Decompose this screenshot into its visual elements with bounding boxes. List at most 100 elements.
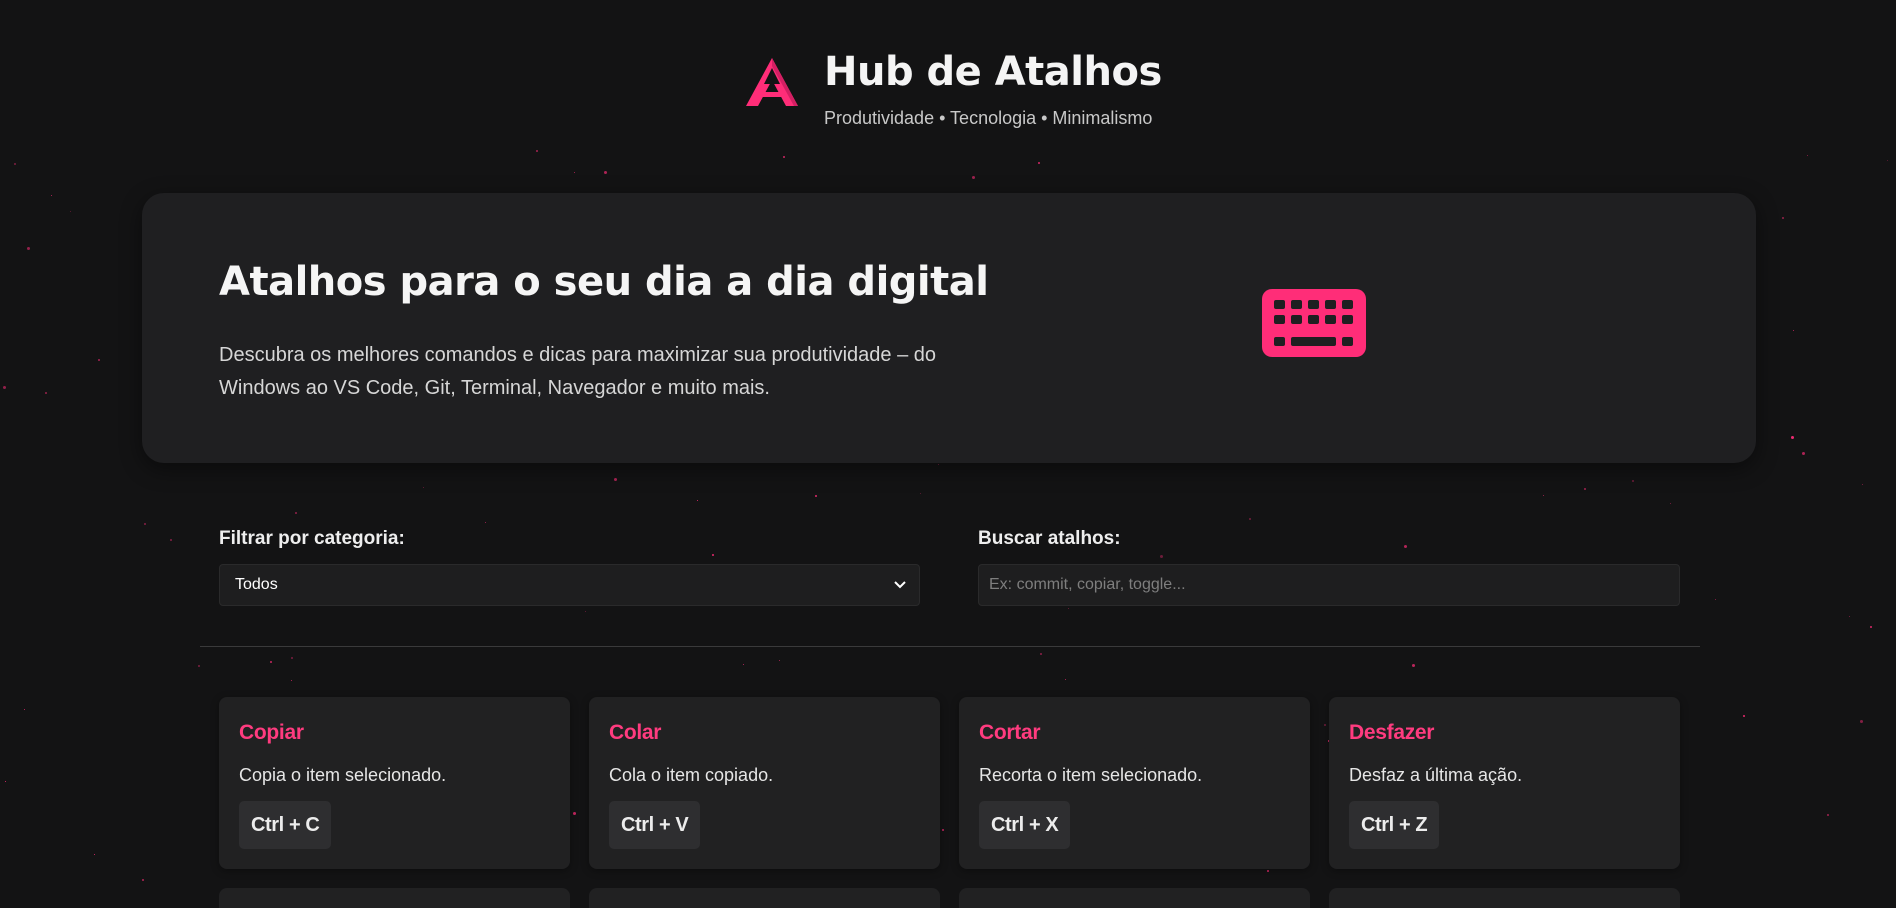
particle-dot: [1412, 664, 1415, 667]
particle-dot: [573, 812, 576, 815]
shortcut-card-partial[interactable]: [1329, 888, 1680, 908]
particle-dot: [585, 611, 586, 612]
shortcut-title: Desfazer: [1349, 721, 1435, 744]
shortcut-keys: Ctrl + Z: [1349, 801, 1440, 849]
particle-dot: [5, 781, 6, 782]
particle-dot: [1862, 484, 1863, 485]
particle-dot: [98, 359, 100, 361]
particle-dot: [1404, 545, 1407, 548]
particle-dot: [614, 478, 617, 481]
particle-dot: [1065, 679, 1066, 680]
particle-dot: [1802, 452, 1805, 455]
shortcut-card[interactable]: Cortar Recorta o item selecionado. Ctrl …: [959, 697, 1310, 869]
page: Hub de Atalhos Produtividade • Tecnologi…: [0, 0, 1896, 908]
particle-dot: [198, 665, 200, 667]
particle-dot: [1160, 555, 1163, 558]
particle-dot: [1743, 715, 1745, 717]
particle-dot: [270, 661, 272, 663]
shortcut-card[interactable]: Colar Cola o item copiado. Ctrl + V: [589, 697, 940, 869]
particle-dot: [24, 709, 25, 710]
particle-dot: [779, 660, 780, 661]
shortcut-keys: Ctrl + C: [239, 801, 332, 849]
particle-dot: [1870, 626, 1872, 628]
particle-dot: [604, 171, 607, 174]
particle-dot: [1849, 616, 1850, 617]
particle-dot: [45, 392, 47, 394]
particle-dot: [3, 386, 6, 389]
hero-title: Atalhos para o seu dia a dia digital: [219, 259, 989, 305]
particle-dot: [1324, 724, 1326, 726]
particle-dot: [1807, 155, 1808, 156]
keyboard-icon: [1262, 289, 1366, 357]
brand-text: Hub de Atalhos Produtividade • Tecnologi…: [824, 48, 1162, 129]
category-select[interactable]: Todos: [219, 564, 920, 606]
particle-dot: [712, 554, 714, 556]
shortcut-card[interactable]: Desfazer Desfaz a última ação. Ctrl + Z: [1329, 697, 1680, 869]
shortcut-description: Recorta o item selecionado.: [979, 765, 1203, 785]
particle-dot: [51, 195, 52, 196]
particle-dot: [574, 172, 575, 173]
particle-dot: [1791, 436, 1794, 439]
shortcut-description: Copia o item selecionado.: [239, 765, 447, 785]
particle-dot: [743, 664, 744, 665]
particle-dot: [536, 150, 538, 152]
shortcut-description: Desfaz a última ação.: [1349, 765, 1523, 785]
category-filter-label: Filtrar por categoria:: [219, 528, 405, 549]
particle-dot: [1267, 870, 1269, 872]
particle-dot: [291, 680, 292, 681]
search-label: Buscar atalhos:: [978, 528, 1121, 549]
hero-description: Descubra os melhores comandos e dicas pa…: [219, 344, 937, 399]
shortcut-description: Cola o item copiado.: [609, 765, 774, 785]
particle-dot: [972, 176, 975, 179]
shortcut-card-partial[interactable]: [589, 888, 940, 908]
particle-dot: [144, 523, 146, 525]
shortcut-card[interactable]: Copiar Copia o item selecionado. Ctrl + …: [219, 697, 570, 869]
particle-dot: [1040, 653, 1042, 655]
particle-dot: [783, 156, 785, 158]
particle-dot: [1068, 608, 1069, 609]
particle-dot: [27, 247, 30, 250]
particle-dot: [942, 829, 944, 831]
particle-dot: [1827, 814, 1829, 816]
site-subtitle: Produtividade • Tecnologia • Minimalismo: [824, 108, 1153, 128]
particle-dot: [142, 879, 144, 881]
particle-dot: [1543, 495, 1544, 496]
particle-dot: [170, 539, 172, 541]
particle-dot: [938, 464, 939, 465]
particle-dot: [70, 211, 71, 212]
shortcut-keys: Ctrl + X: [979, 801, 1071, 849]
particle-dot: [94, 854, 95, 855]
particle-dot: [1670, 503, 1671, 504]
particle-dot: [1715, 599, 1716, 600]
hero-banner: Atalhos para o seu dia a dia digital Des…: [142, 193, 1756, 463]
chevron-down-icon: [894, 581, 906, 589]
particle-dot: [1584, 488, 1586, 490]
divider: [200, 646, 1700, 647]
particle-dot: [1782, 217, 1784, 219]
shortcut-card-partial[interactable]: [959, 888, 1310, 908]
shortcut-title: Colar: [609, 721, 662, 744]
particle-dot: [291, 657, 293, 659]
particle-dot: [1632, 480, 1634, 482]
search-input[interactable]: [978, 564, 1680, 606]
shortcut-card-partial[interactable]: [219, 888, 570, 908]
site-title: Hub de Atalhos: [824, 49, 1162, 95]
particle-dot: [1038, 162, 1040, 164]
particle-dot: [485, 522, 486, 523]
particle-dot: [1860, 720, 1863, 723]
letter-a-logo-icon: [746, 58, 798, 106]
particle-dot: [697, 500, 698, 501]
shortcut-title: Cortar: [979, 721, 1041, 744]
site-header: Hub de Atalhos Produtividade • Tecnologi…: [744, 48, 1162, 129]
shortcut-keys: Ctrl + V: [609, 801, 701, 849]
category-select-value: Todos: [235, 576, 278, 593]
particle-dot: [1249, 518, 1251, 520]
particle-dot: [815, 495, 817, 497]
particle-dot: [1793, 330, 1794, 331]
particle-dot: [295, 512, 297, 514]
particle-dot: [14, 163, 16, 165]
particle-dot: [423, 487, 424, 488]
particle-dot: [1887, 160, 1888, 161]
shortcut-title: Copiar: [239, 721, 304, 744]
particle-dot: [920, 493, 921, 494]
